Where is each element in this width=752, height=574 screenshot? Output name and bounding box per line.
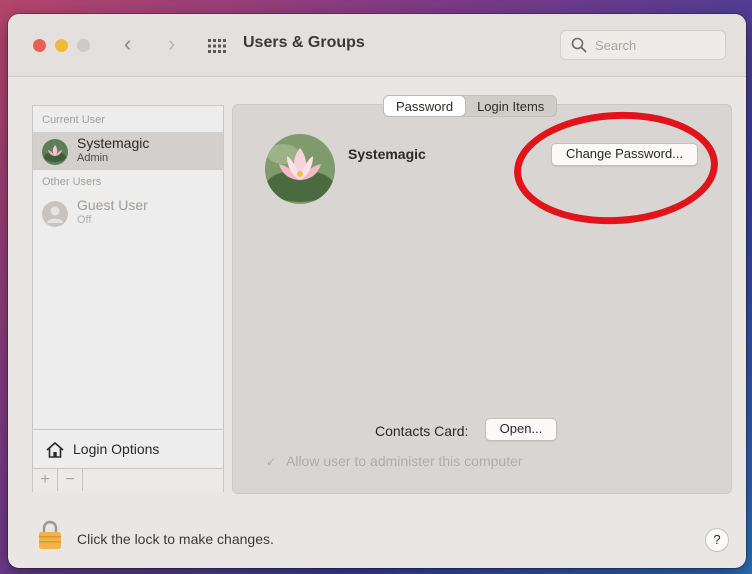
search-placeholder: Search [595,38,637,53]
window-title: Users & Groups [243,34,365,51]
login-options-item[interactable]: Login Options [33,429,223,468]
user-row-systemagic[interactable]: Systemagic Admin [33,132,223,170]
user-name: Guest User [77,197,148,213]
login-options-label: Login Options [73,441,160,457]
minimize-button[interactable] [55,39,68,52]
user-picture[interactable] [265,134,335,204]
user-avatar-icon [42,139,68,165]
other-users-heading: Other Users [42,176,102,188]
user-name: Systemagic [77,135,150,151]
user-row-guest[interactable]: Guest User Off [33,194,223,232]
close-button[interactable] [33,39,46,52]
tab-bar: Password Login Items [383,95,558,117]
help-button[interactable]: ? [705,528,729,552]
contacts-card-label: Contacts Card: [375,423,469,439]
sidebar-toolbar: + − [33,468,223,492]
guest-avatar-icon [42,201,68,227]
add-user-button[interactable]: + [33,469,58,491]
allow-admin-label: Allow user to administer this computer [286,453,523,469]
current-user-heading: Current User [42,114,105,126]
titlebar: ‹ › Users & Groups Search [8,14,746,77]
contacts-open-button[interactable]: Open... [485,418,557,441]
search-field[interactable]: Search [560,30,726,60]
tab-login-items[interactable]: Login Items [465,96,556,116]
lock-message: Click the lock to make changes. [77,531,274,547]
back-chevron-icon[interactable]: ‹ [124,30,131,58]
checkmark-icon: ✓ [266,455,277,469]
zoom-button[interactable] [77,39,90,52]
search-icon [571,37,587,53]
selected-user-name: Systemagic [348,146,426,162]
users-groups-window: ‹ › Users & Groups Search Current User S… [8,14,746,568]
allow-admin-checkbox[interactable]: ✓ Allow user to administer this computer [266,453,523,469]
user-role: Off [77,214,92,226]
tab-password[interactable]: Password [384,96,466,116]
remove-user-button[interactable]: − [58,469,83,491]
user-role: Admin [77,152,109,164]
lock-icon[interactable] [38,520,62,550]
users-sidebar: Current User Systemagic Admin Other User… [32,105,224,492]
show-all-grid-icon[interactable] [207,38,227,54]
forward-chevron-icon[interactable]: › [168,30,175,58]
house-icon [46,442,64,458]
